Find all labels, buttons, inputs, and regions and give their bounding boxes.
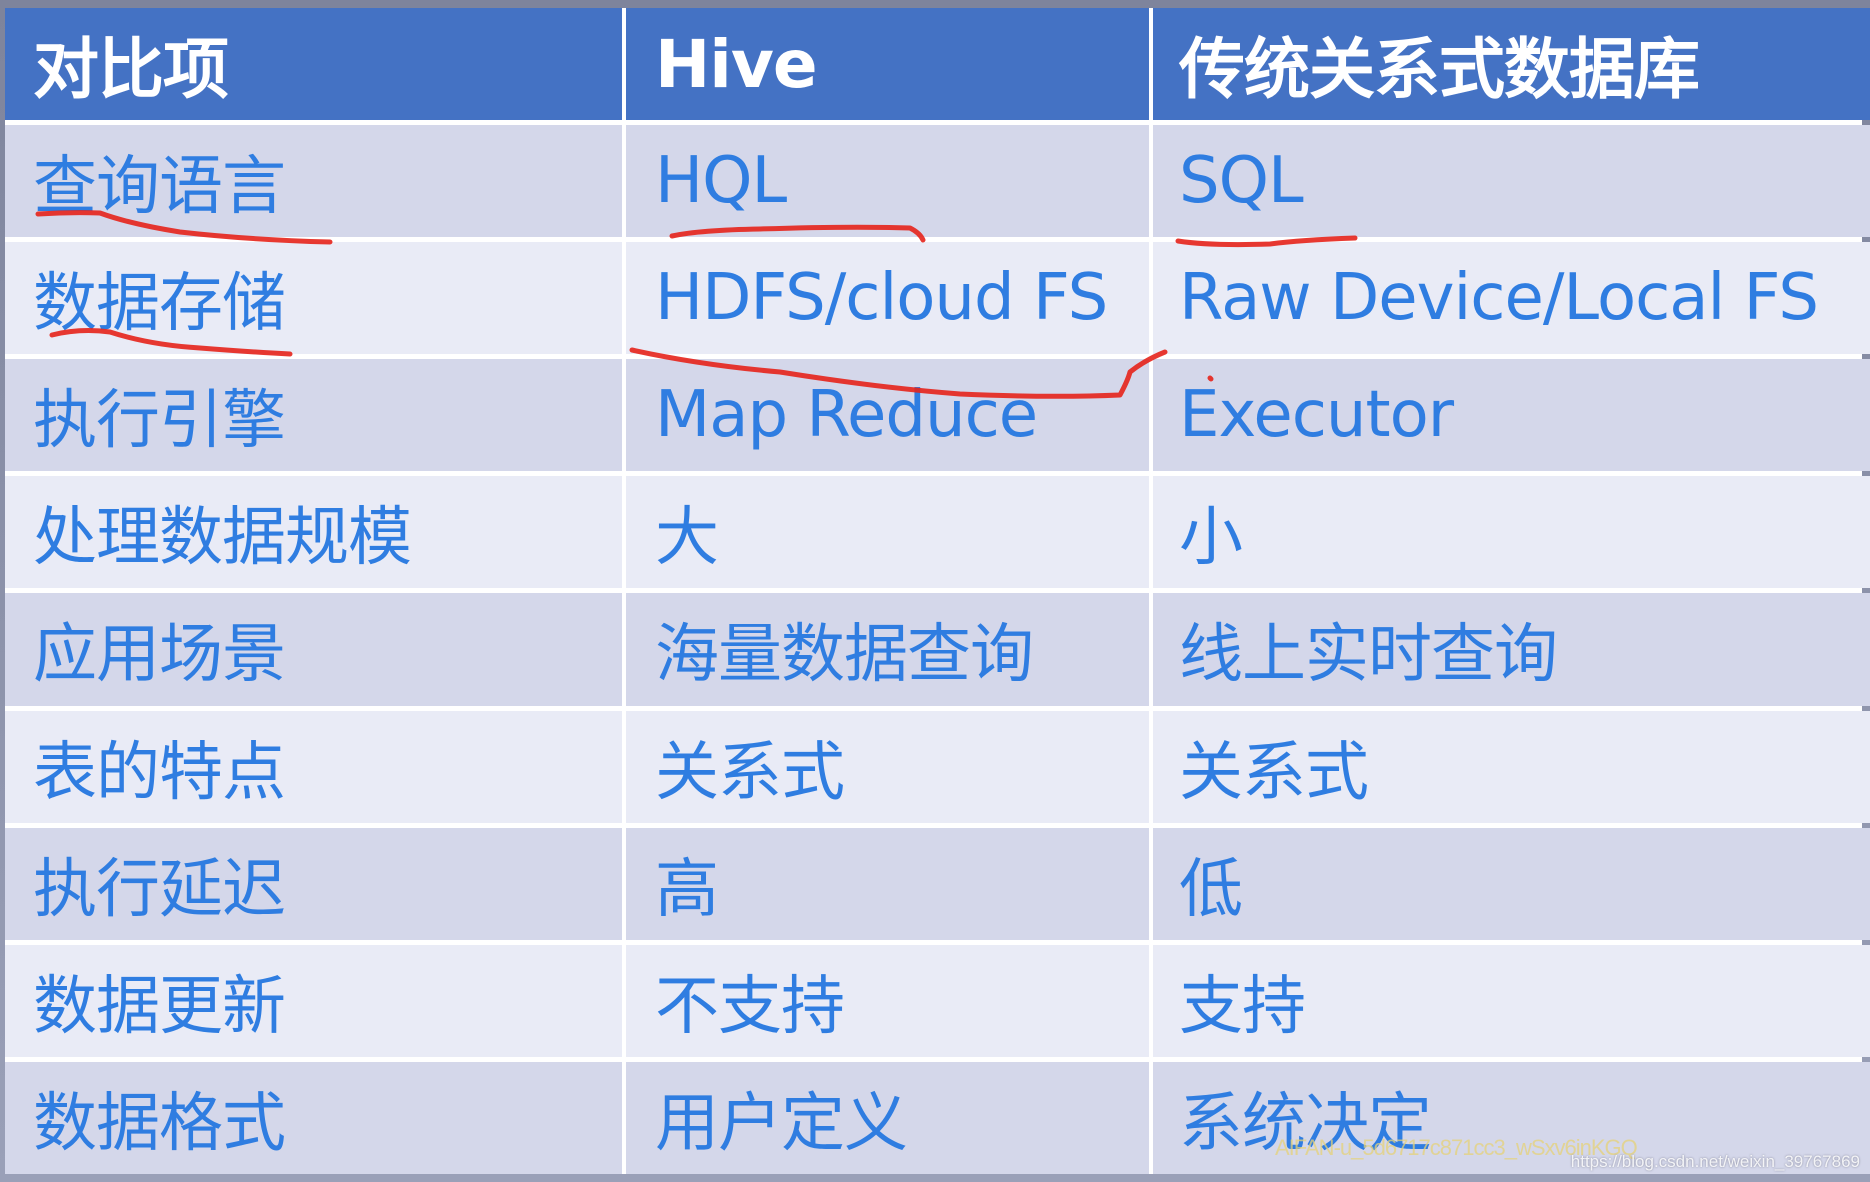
header-hive: Hive — [626, 8, 1149, 120]
table-cell: 用户定义 — [626, 1061, 1149, 1174]
table-cell: HDFS/cloud FS — [626, 242, 1149, 355]
row-label-use-case: 应用场景 — [5, 593, 622, 706]
row-label-data-storage: 数据存储 — [5, 242, 622, 355]
table-cell: 关系式 — [626, 710, 1149, 823]
row-label-table-feature: 表的特点 — [5, 710, 622, 823]
table-cell: 小 — [1153, 476, 1870, 589]
header-comparison-item: 对比项 — [5, 8, 622, 120]
table-cell: Map Reduce — [626, 359, 1149, 472]
comparison-table: 对比项 Hive 传统关系式数据库 查询语言 HQL SQL 数据存储 HDFS… — [5, 8, 1870, 1174]
row-label-execution-engine: 执行引擎 — [5, 359, 622, 472]
row-label-data-format: 数据格式 — [5, 1061, 622, 1174]
table-cell: HQL — [626, 125, 1149, 238]
table-cell: Executor — [1153, 359, 1870, 472]
table-cell: 支持 — [1153, 944, 1870, 1057]
table-cell: 海量数据查询 — [626, 593, 1149, 706]
table-cell: Raw Device/Local FS — [1153, 242, 1870, 355]
table-cell: 不支持 — [626, 944, 1149, 1057]
table-cell: 关系式 — [1153, 710, 1870, 823]
table-cell: SQL — [1153, 125, 1870, 238]
table-cell: 大 — [626, 476, 1149, 589]
table-cell: 高 — [626, 827, 1149, 940]
row-label-data-scale: 处理数据规模 — [5, 476, 622, 589]
table-cell: 线上实时查询 — [1153, 593, 1870, 706]
row-label-query-language: 查询语言 — [5, 125, 622, 238]
table-cell: 低 — [1153, 827, 1870, 940]
row-label-data-update: 数据更新 — [5, 944, 622, 1057]
source-watermark: https://blog.csdn.net/weixin_39767869 — [1570, 1152, 1860, 1171]
header-traditional-rdbms: 传统关系式数据库 — [1153, 8, 1870, 120]
row-label-latency: 执行延迟 — [5, 827, 622, 940]
